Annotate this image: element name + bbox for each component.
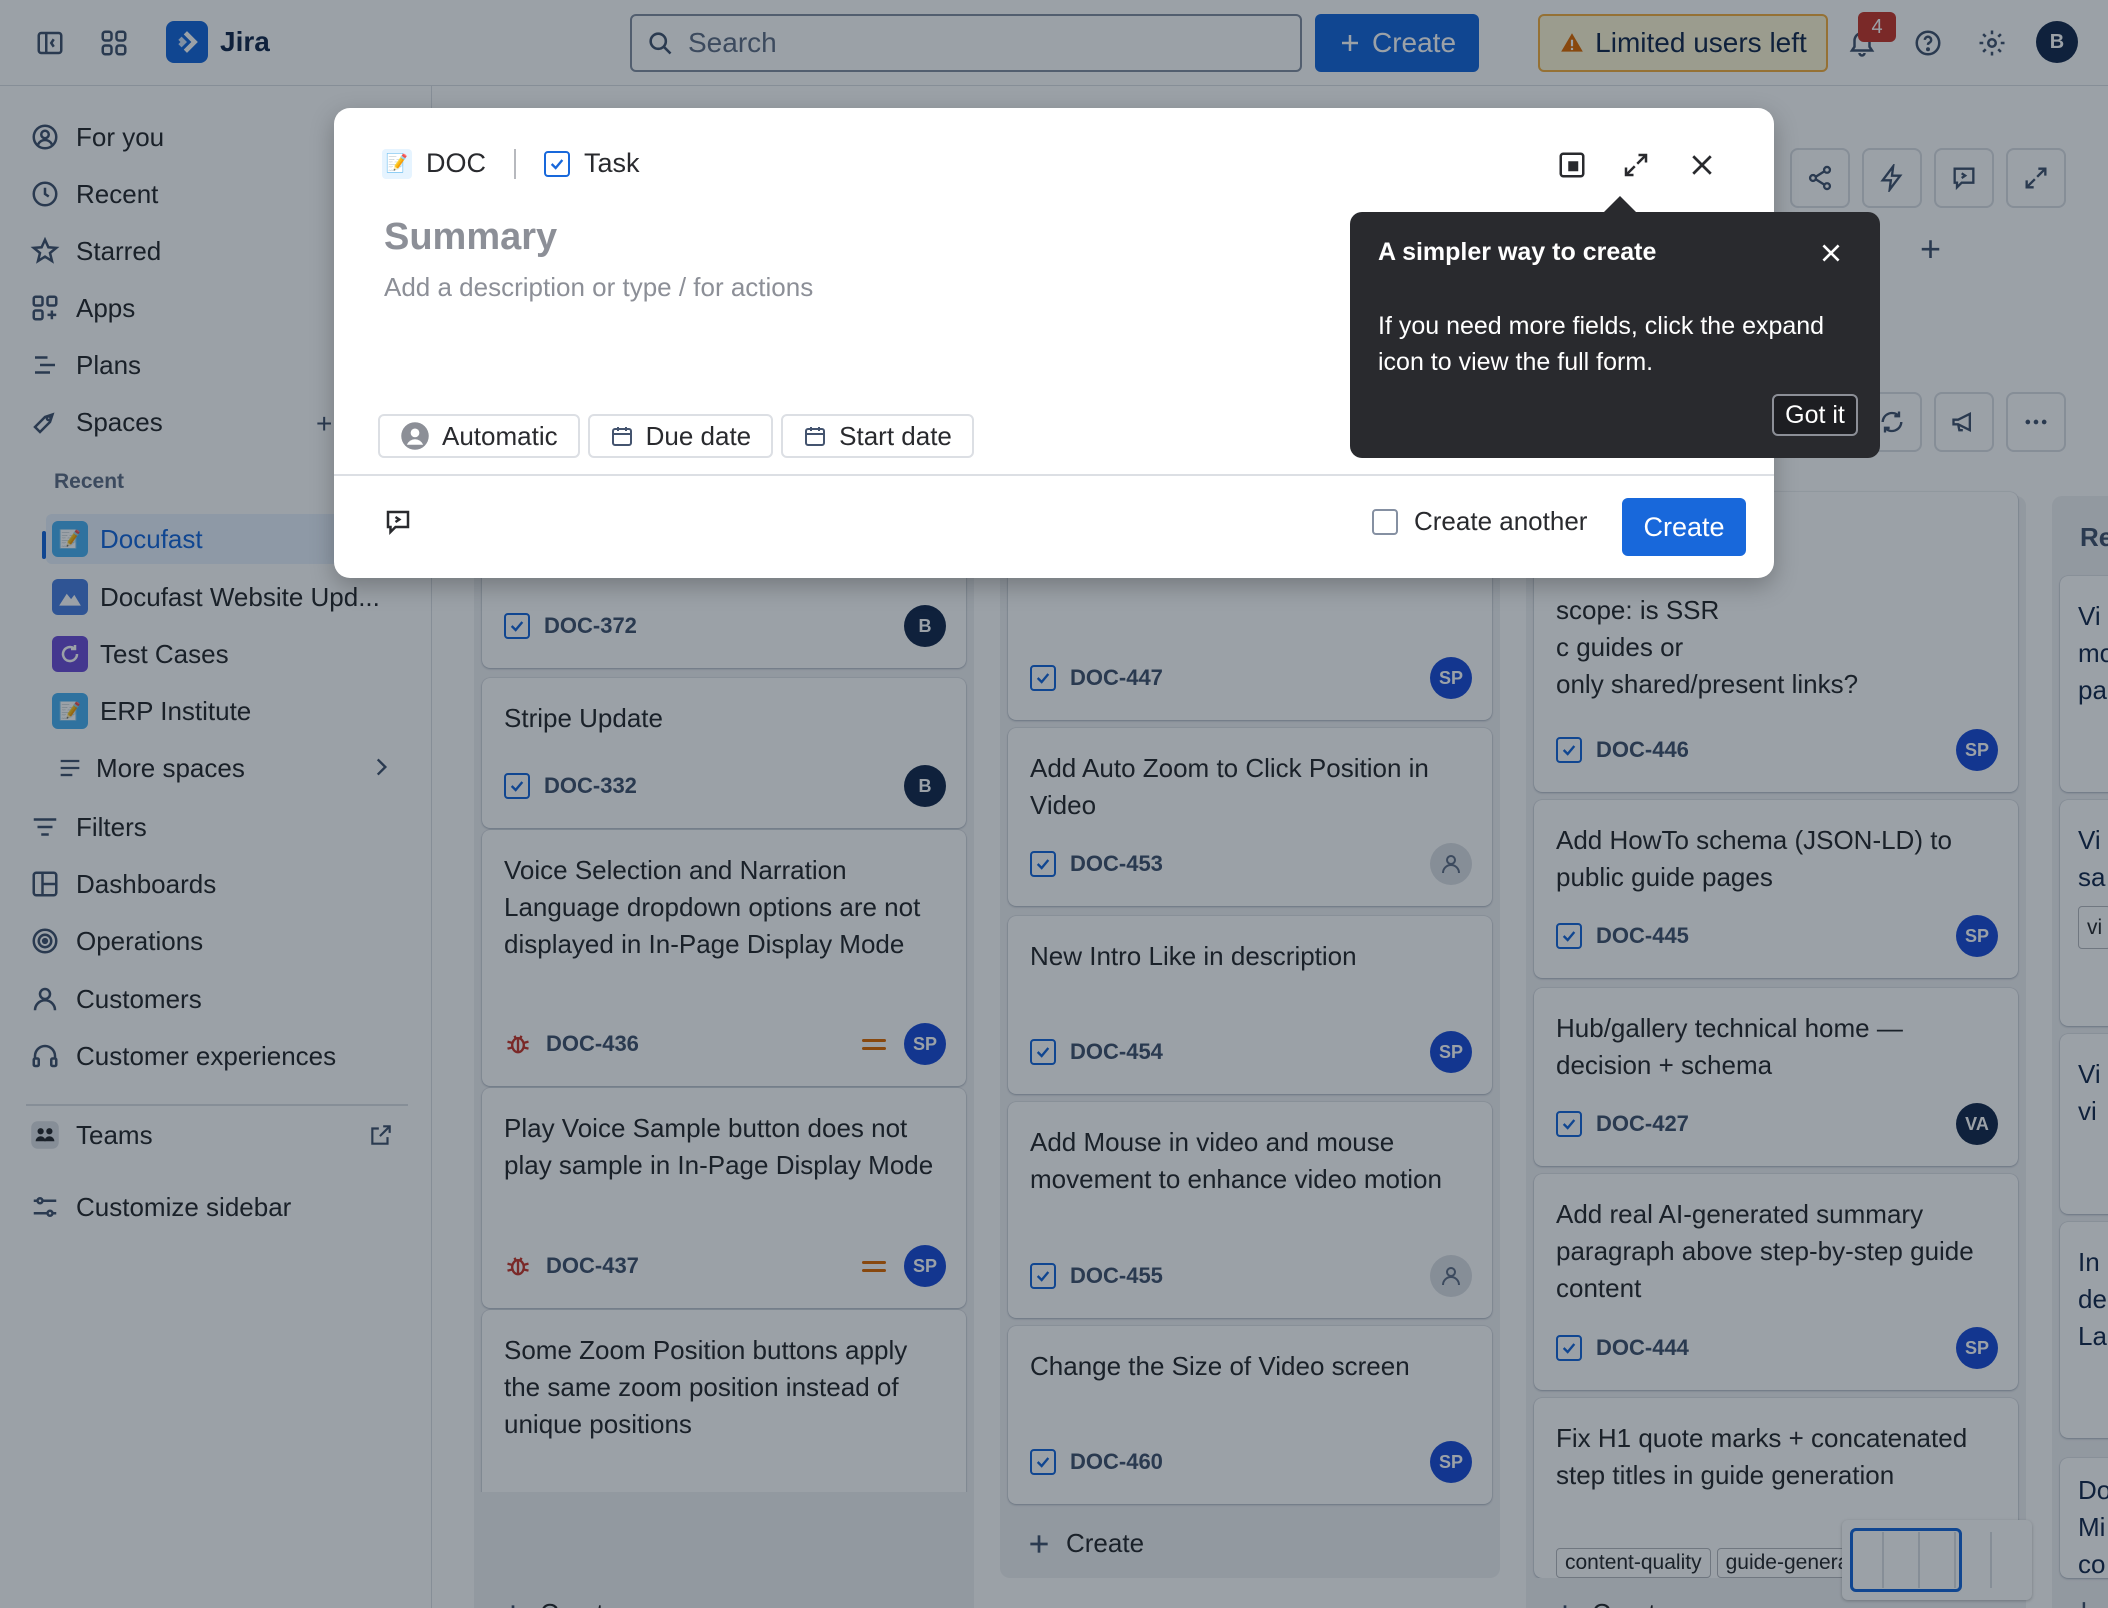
space-selector[interactable]: DOC: [426, 148, 486, 179]
create-another-label: Create another: [1414, 506, 1588, 536]
feedback-icon[interactable]: [376, 500, 420, 544]
description-input[interactable]: Add a description or type / for actions: [384, 272, 813, 303]
spotlight-tooltip: A simpler way to create If you need more…: [1350, 212, 1880, 458]
got-it-button[interactable]: Got it: [1772, 394, 1858, 436]
start-date-chip[interactable]: Start date: [781, 414, 974, 458]
field-chips: Automatic Due date Start date: [378, 414, 974, 458]
issue-type-selector[interactable]: Task: [584, 148, 640, 179]
calendar-icon: [805, 427, 826, 446]
close-icon[interactable]: [1682, 145, 1722, 185]
person-circle-icon: [401, 422, 429, 450]
create-another-option[interactable]: Create another: [1372, 506, 1587, 537]
minimize-icon[interactable]: [1552, 145, 1592, 185]
header-separator: [514, 148, 516, 179]
chip-label: Start date: [839, 420, 952, 451]
spotlight-body: If you need more fields, click the expan…: [1378, 312, 1825, 376]
modal-header: 📝 DOC Task: [382, 148, 640, 179]
chip-label: Due date: [645, 420, 752, 451]
spotlight-title: A simpler way to create: [1378, 238, 1657, 266]
modal-create-button[interactable]: Create: [1622, 498, 1746, 556]
task-type-icon: [544, 150, 570, 177]
spotlight-close-icon[interactable]: [1812, 234, 1850, 272]
calendar-icon: [611, 427, 632, 446]
create-another-checkbox[interactable]: [1372, 508, 1398, 535]
summary-input[interactable]: Summary: [384, 216, 557, 259]
expand-icon[interactable]: [1616, 145, 1656, 185]
doc-space-icon: 📝: [382, 148, 412, 179]
chip-label: Automatic: [442, 420, 558, 451]
modal-divider: [334, 474, 1774, 476]
due-date-chip[interactable]: Due date: [587, 414, 774, 458]
assignee-chip[interactable]: Automatic: [378, 414, 580, 458]
